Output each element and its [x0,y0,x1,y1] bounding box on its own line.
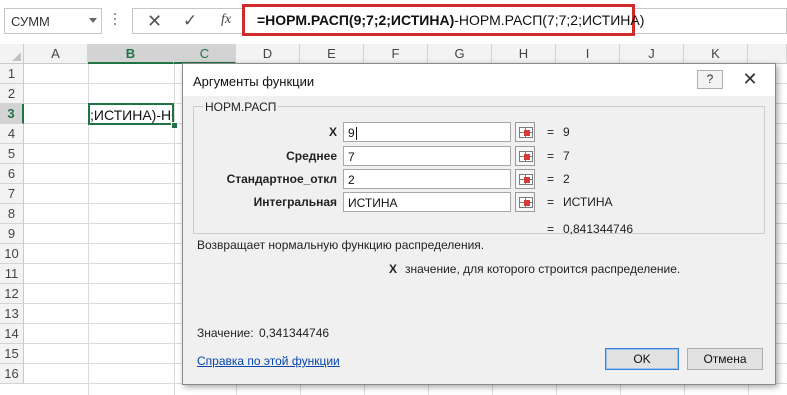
argument-description-name: X [389,262,398,276]
row-header-7[interactable]: 7 [0,184,24,204]
formula-bar: СУММ ✕ ✓ fx =НОРМ.РАСП(9;7;2;ИСТИНА)-НОР… [0,0,787,45]
formula-text-bold: =НОРМ.РАСП(9;7;2;ИСТИНА) [257,12,455,28]
argument-result-cumulative: ИСТИНА [563,195,613,209]
argument-input-x[interactable]: 9 [343,122,511,142]
cell-reference-arrow [524,130,530,136]
argument-label-mean: Среднее [286,149,337,163]
column-divider [174,64,175,395]
dialog-title: Аргументы функции [193,74,315,89]
cell-reference-arrow [524,200,530,206]
formula-text[interactable]: =НОРМ.РАСП(9;7;2;ИСТИНА)-НОРМ.РАСП(7;7;2… [257,12,644,28]
column-header-j[interactable]: J [620,44,684,64]
column-header-a[interactable]: A [24,44,88,64]
fill-handle[interactable] [171,122,178,129]
row-header-4[interactable]: 4 [0,124,24,144]
chevron-down-icon[interactable] [89,18,97,23]
dialog-title-bar[interactable]: Аргументы функции ? ✕ [183,64,775,96]
row-header-1[interactable]: 1 [0,64,24,84]
argument-label-cumulative: Интегральная [253,195,337,209]
equals-sign: = [547,222,555,236]
cancel-button[interactable]: Отмена [687,348,763,370]
argument-result-x: 9 [563,125,570,139]
close-icon[interactable]: ✕ [730,68,770,90]
row-header-10[interactable]: 10 [0,244,24,264]
argument-value-stdev: 2 [348,173,355,187]
enter-formula-icon[interactable]: ✓ [183,10,197,32]
cancel-formula-icon[interactable]: ✕ [147,10,162,32]
cell-reference-arrow [524,177,530,183]
column-header-e[interactable]: E [300,44,364,64]
name-box[interactable]: СУММ [4,8,102,34]
row-header-2[interactable]: 2 [0,84,24,104]
row-header-12[interactable]: 12 [0,284,24,304]
column-header-d[interactable]: D [236,44,300,64]
column-header-c[interactable]: C [174,44,236,64]
argument-input-text: 9 [348,126,357,141]
text-cursor [355,127,357,141]
help-on-function-link[interactable]: Справка по этой функции [197,354,340,368]
select-all-button[interactable] [0,44,24,64]
row-header-8[interactable]: 8 [0,204,24,224]
formula-buttons: ✕ ✓ fx [132,8,242,34]
argument-input-cumulative[interactable]: ИСТИНА [343,192,511,212]
formula-value: 0,341344746 [259,326,330,340]
row-header-13[interactable]: 13 [0,304,24,324]
argument-value-mean: 7 [348,150,355,164]
equals-sign: = [547,195,555,209]
row-header-15[interactable]: 15 [0,344,24,364]
column-header-g[interactable]: G [428,44,492,64]
function-name: НОРМ.РАСП [203,100,279,114]
help-icon[interactable]: ? [697,70,723,89]
row-header-16[interactable]: 16 [0,364,24,384]
insert-function-icon[interactable]: fx [221,12,231,28]
argument-label-x: X [328,125,337,139]
argument-value-x: 9 [348,126,355,140]
column-header-l[interactable] [748,44,787,64]
value-label: Значение: [197,326,254,340]
equals-sign: = [547,172,555,186]
formula-highlight-box[interactable]: =НОРМ.РАСП(9;7;2;ИСТИНА)-НОРМ.РАСП(7;7;2… [242,4,644,36]
ok-button[interactable]: OK [605,348,679,370]
argument-value-cumulative: ИСТИНА [348,196,398,210]
collapse-dialog-button[interactable] [515,192,535,212]
function-description: Возвращает нормальную функцию распределе… [197,238,485,252]
equals-sign: = [547,125,555,139]
column-header-i[interactable]: I [556,44,620,64]
formula-text-rest: -НОРМ.РАСП(7;7;2;ИСТИНА) [454,12,645,28]
select-all-icon [12,52,21,61]
row-header-11[interactable]: 11 [0,264,24,284]
argument-result-mean: 7 [563,149,570,163]
function-result: 0,841344746 [563,222,634,236]
collapse-dialog-button[interactable] [515,122,535,142]
argument-input-stdev[interactable]: 2 [343,169,511,189]
row-header-6[interactable]: 6 [0,164,24,184]
row-header-5[interactable]: 5 [0,144,24,164]
column-header-h[interactable]: H [492,44,556,64]
function-arguments-dialog: Аргументы функции ? ✕ НОРМ.РАСП X 9 = 9 … [182,63,776,385]
active-cell-text: ;ИСТИНА)-НО [90,107,174,123]
row-header-9[interactable]: 9 [0,224,24,244]
collapse-dialog-button[interactable] [515,169,535,189]
equals-sign: = [547,149,555,163]
column-header-k[interactable]: K [684,44,748,64]
collapse-dialog-button[interactable] [515,146,535,166]
cell-reference-arrow [524,154,530,160]
row-header-14[interactable]: 14 [0,324,24,344]
active-cell-b3[interactable]: ;ИСТИНА)-НО [88,103,174,125]
argument-result-stdev: 2 [563,172,570,186]
row-header-3[interactable]: 3 [0,104,24,124]
column-header-f[interactable]: F [364,44,428,64]
argument-description-text: значение, для которого строится распреде… [405,262,681,276]
resize-handle-icon[interactable] [113,13,117,27]
argument-input-mean[interactable]: 7 [343,146,511,166]
column-header-b[interactable]: B [88,44,174,64]
argument-label-stdev: Стандартное_откл [226,172,337,186]
name-box-text: СУММ [11,14,50,29]
